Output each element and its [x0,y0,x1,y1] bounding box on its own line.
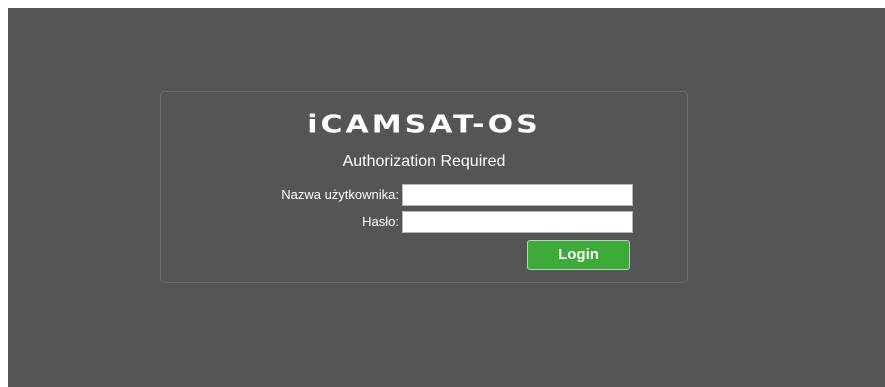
auth-subtitle: Authorization Required [342,153,506,170]
page-background: iCAMSAT-OS Authorization Required Nazwa … [8,8,885,387]
login-button[interactable]: Login [527,240,630,270]
password-label: Hasło: [362,214,399,229]
login-panel: iCAMSAT-OS Authorization Required Nazwa … [160,91,688,283]
password-row: Hasło: [161,211,687,233]
password-input[interactable] [402,211,633,233]
brand-logo: iCAMSAT-OS [307,110,541,139]
username-label: Nazwa użytkownika: [281,187,399,202]
username-row: Nazwa użytkownika: [161,184,687,206]
username-input[interactable] [402,184,633,206]
